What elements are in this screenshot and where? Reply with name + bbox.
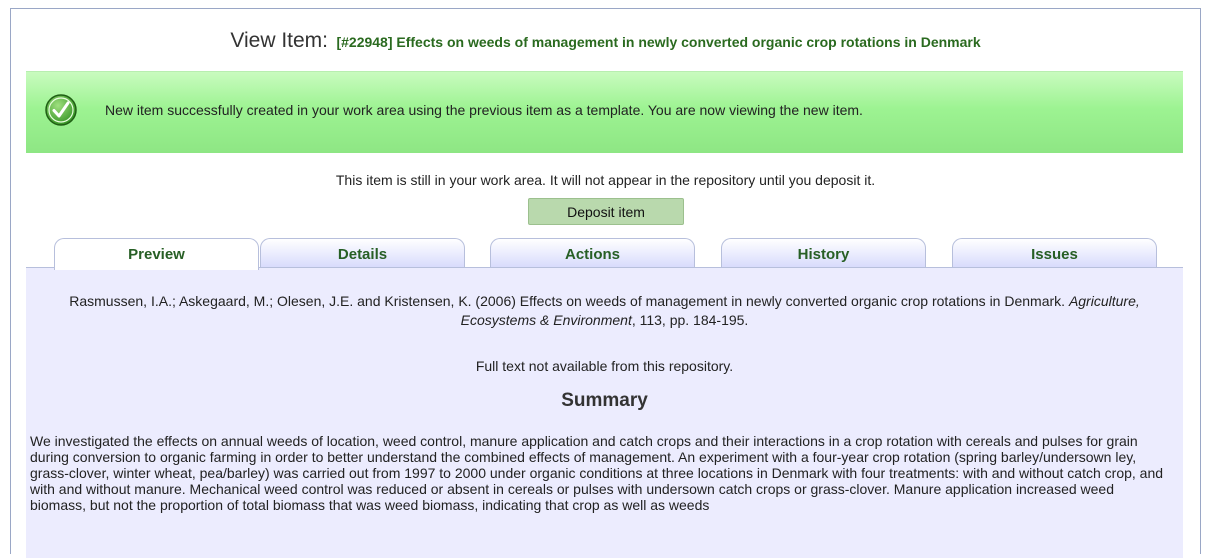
tab-preview[interactable]: Preview [54,238,259,270]
page-title: View Item: [#22948] Effects on weeds of … [11,29,1200,53]
item-title: [#22948] Effects on weeds of management … [336,34,981,50]
fulltext-note: Full text not available from this reposi… [475,358,734,374]
summary-text: We investigated the effects on annual we… [30,433,1164,513]
citation-authors-title: Rasmussen, I.A.; Askegaard, M.; Olesen, … [69,293,1066,309]
check-circle-icon [45,94,77,126]
citation-volume-pages: , 113, pp. 184-195. [631,312,749,328]
preview-panel: Rasmussen, I.A.; Askegaard, M.; Olesen, … [26,267,1183,558]
tab-details[interactable]: Details [260,238,465,268]
citation: Rasmussen, I.A.; Askegaard, M.; Olesen, … [46,292,1163,330]
success-message: New item successfully created in your wo… [105,102,863,118]
deposit-item-button[interactable]: Deposit item [528,198,684,225]
tab-history[interactable]: History [721,238,926,268]
summary-heading: Summary [561,390,648,411]
item-tabs: Preview Details Actions History Issues [11,238,1200,270]
item-view-container: View Item: [#22948] Effects on weeds of … [10,8,1201,558]
tab-issues[interactable]: Issues [952,238,1157,268]
tab-actions[interactable]: Actions [490,238,695,268]
success-notice: New item successfully created in your wo… [26,71,1183,153]
page-title-label: View Item: [230,29,329,52]
workarea-notice: This item is still in your work area. It… [335,172,876,188]
